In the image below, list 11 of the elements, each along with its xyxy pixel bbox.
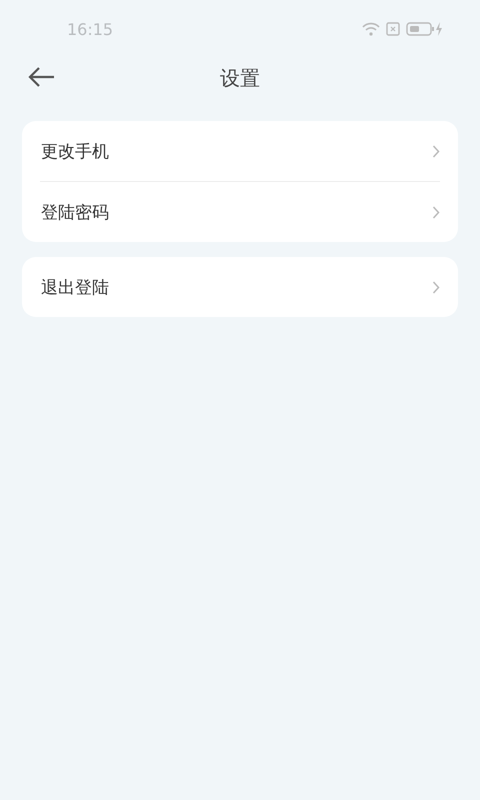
battery-icon bbox=[406, 21, 444, 37]
chevron-right-icon bbox=[432, 206, 440, 218]
status-time: 16:15 bbox=[67, 20, 114, 38]
wifi-icon bbox=[362, 22, 380, 36]
settings-item[interactable]: 登陆密码 bbox=[41, 200, 109, 224]
settings-item[interactable]: 退出登陆 bbox=[41, 276, 109, 298]
chevron-right-icon bbox=[432, 280, 440, 294]
sim-icon bbox=[386, 22, 400, 36]
chevron-right-icon bbox=[432, 144, 440, 158]
settings-item[interactable]: 更改手机 bbox=[41, 140, 109, 162]
page-title: 设置 bbox=[220, 64, 260, 92]
